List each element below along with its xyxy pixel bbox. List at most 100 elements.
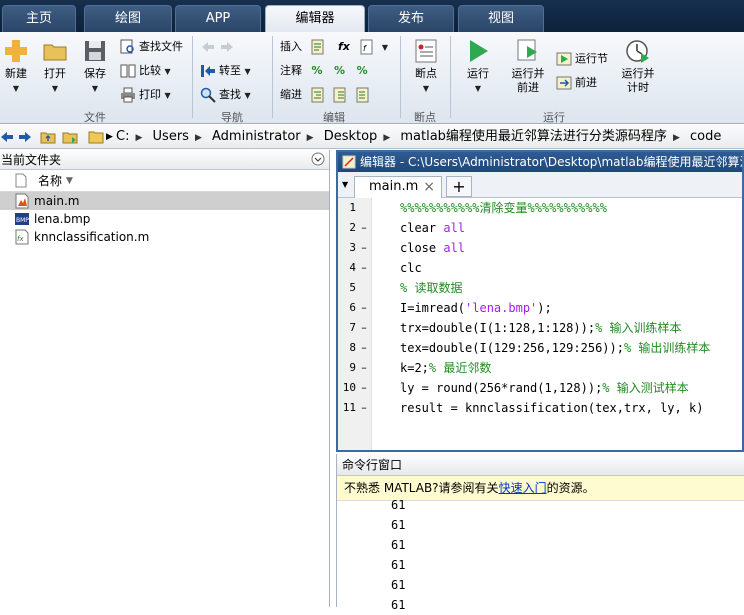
breadcrumb-chevron-icon[interactable]: ▶ [383,133,390,143]
code-line[interactable]: %%%%%%%%%%%清除变量%%%%%%%%%%% [400,198,607,218]
breadcrumb-item[interactable]: C: [116,129,129,144]
print-icon [121,87,135,103]
getting-started-link[interactable]: 快速入门 [499,481,547,495]
new-button[interactable]: 新建 ▼ [2,36,30,96]
breakpoints-group-label: 断点 [414,111,436,124]
increase-indent-icon [333,87,346,103]
breakpoint-marker[interactable]: – [360,398,368,418]
uncomment-percent-icon[interactable]: % [334,64,345,77]
code-line[interactable]: k=2;% 最近邻数 [400,358,491,378]
breadcrumb-item[interactable]: Desktop [324,129,378,144]
find-label: 查找 [219,88,241,101]
print-button[interactable]: 打印 ▼ [120,85,171,105]
insert-function-button[interactable]: fx [338,40,350,53]
run-and-advance-button[interactable]: 运行并前进 [508,36,548,95]
tab-home[interactable]: 主页 [2,5,76,32]
breadcrumb-item[interactable]: matlab编程使用最近邻算法进行分类源码程序 [400,129,667,144]
code-line[interactable]: % 读取数据 [400,278,462,298]
breakpoint-marker[interactable]: – [360,338,368,358]
current-folder-panel: 当前文件夹 名称 ▼ main.m BMP lena.bmp fx knncla… [0,150,330,607]
code-line[interactable]: tex=double(I(129:256,129:256));% 输出训练样本 [400,338,710,358]
run-and-time-button[interactable]: 运行并计时 [618,36,658,95]
code-area[interactable]: %%%%%%%%%%%清除变量%%%%%%%%%%% clear all close… [372,198,742,450]
line-number: 4 [349,261,356,274]
tab-editor[interactable]: 编辑器 [265,5,365,32]
indent-label: 缩进 [280,88,302,101]
tab-publish[interactable]: 发布 [368,5,454,32]
code-line[interactable]: close all [400,238,465,258]
ribbon-separator [450,36,451,118]
file-item-knnclassification-m[interactable]: fx knnclassification.m [0,228,329,246]
decrease-indent-icon [356,87,368,103]
breadcrumb-item[interactable]: code [690,129,721,144]
code-line[interactable]: result = knnclassification(tex,trx, ly, … [400,398,703,418]
save-label: 保存 [84,67,106,80]
code-line[interactable]: clear all [400,218,465,238]
notice-text: 不熟悉 MATLAB?请参阅有关 [344,481,499,495]
goto-button[interactable]: 转至 ▼ [200,61,251,81]
tab-view[interactable]: 视图 [458,5,544,32]
find-button[interactable]: 查找 ▼ [200,85,251,105]
breakpoint-marker[interactable]: – [360,218,368,238]
breadcrumb-chevron-icon[interactable]: ▶ [195,133,202,143]
breadcrumb-chevron-icon[interactable]: ▶ [673,133,680,143]
breakpoint-marker[interactable] [360,198,368,218]
tab-list-chevron-icon[interactable]: ▼ [342,180,348,189]
code-token: 'lena.bmp' [465,301,538,315]
run-and-time-label: 运行并计时 [621,67,655,94]
address-root-chevron-icon[interactable]: ▶ [106,125,113,149]
code-line[interactable]: ly = round(256*rand(1,128));% 输入测试样本 [400,378,689,398]
run-dropdown-icon: ▼ [474,84,482,93]
comment-percent-icon[interactable]: % [312,64,323,77]
panel-actions-icon[interactable] [311,152,325,172]
smart-indent-icon [311,87,323,103]
insert-button[interactable]: 插入 fx f ▼ [280,37,388,57]
line-number: 1 [349,201,356,214]
run-play-icon [470,40,488,62]
save-dropdown-icon: ▼ [91,84,99,93]
run-button[interactable]: 运行 ▼ [460,36,496,96]
wrap-comment-icon[interactable]: % [357,64,368,77]
indent-button[interactable]: 缩进 [280,85,374,105]
editor-tab-main-m[interactable]: main.m × [354,176,442,198]
editor-title-bar: 编辑器 - C:\Users\Administrator\Desktop\mat… [338,152,742,172]
compare-dropdown-icon: ▼ [164,67,171,76]
breadcrumb-item[interactable]: Administrator [212,129,301,144]
save-button[interactable]: 保存 ▼ [80,36,110,96]
breadcrumb-chevron-icon[interactable]: ▶ [307,133,314,143]
breakpoint-marker[interactable]: – [360,318,368,338]
breakpoints-button[interactable]: 断点 ▼ [408,36,444,96]
breakpoints-dropdown-icon: ▼ [422,84,430,93]
back-forward-buttons[interactable] [200,37,238,57]
file-item-lena-bmp[interactable]: BMP lena.bmp [0,210,329,228]
search-icon [200,87,216,103]
run-section-button[interactable]: 运行节 [556,49,608,69]
breadcrumb-item[interactable]: Users [153,129,189,144]
new-tab-button[interactable]: + [446,176,472,197]
breakpoint-marker[interactable] [360,278,368,298]
tab-plots[interactable]: 绘图 [84,5,172,32]
code-token: tex=double(I(129:256,129:256)); [400,341,624,355]
run-group-label: 运行 [543,111,565,124]
file-item-main-m[interactable]: main.m [0,192,329,210]
code-line[interactable]: I=imread('lena.bmp'); [400,298,552,318]
breadcrumb-chevron-icon[interactable]: ▶ [135,133,142,143]
name-column-header[interactable]: 名称 ▼ [0,170,329,192]
find-files-button[interactable]: 查找文件 [120,37,183,57]
comment-button[interactable]: 注释 % % % [280,61,368,81]
line-number: 11 [342,401,356,414]
advance-button[interactable]: 前进 [556,73,597,93]
code-line[interactable]: clc [400,258,422,278]
breakpoint-marker[interactable]: – [360,358,368,378]
close-tab-icon[interactable]: × [423,177,435,197]
compare-button[interactable]: 比较 ▼ [120,61,171,81]
breakpoint-marker[interactable]: – [360,258,368,278]
open-button[interactable]: 打开 ▼ [40,36,70,96]
breakpoint-marker[interactable]: – [360,238,368,258]
find-files-icon [120,39,134,54]
code-line[interactable]: trx=double(I(1:128,1:128));% 输入训练样本 [400,318,682,338]
tab-apps[interactable]: APP [175,5,261,32]
sort-down-icon: ▼ [66,176,73,186]
breakpoint-marker[interactable]: – [360,378,368,398]
breakpoint-marker[interactable]: – [360,298,368,318]
